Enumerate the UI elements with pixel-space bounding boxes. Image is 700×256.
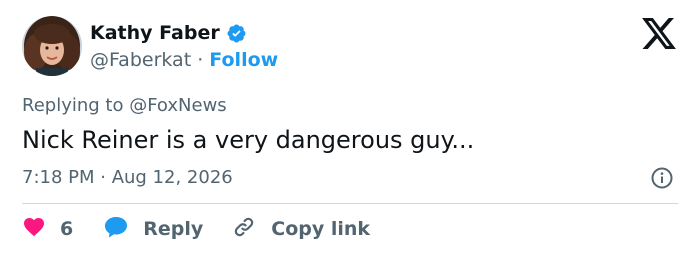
follow-button[interactable]: Follow — [209, 49, 278, 71]
author-name-row: Kathy Faber — [90, 21, 247, 45]
tweet-card: Kathy Faber @Faberkat · Follow Replying … — [0, 0, 700, 256]
separator: · — [197, 49, 204, 71]
copy-link-button[interactable]: Copy link — [231, 214, 370, 244]
link-icon — [231, 214, 257, 244]
reply-bubble-icon — [103, 215, 129, 243]
divider — [22, 203, 678, 204]
action-bar: 6 Reply Copy link — [22, 214, 370, 244]
handle-line: @Faberkat · Follow — [90, 48, 278, 72]
heart-icon — [22, 215, 46, 243]
author-name[interactable]: Kathy Faber — [90, 21, 220, 45]
timestamp[interactable]: 7:18 PM · Aug 12, 2026 — [22, 166, 233, 190]
copy-link-label: Copy link — [271, 218, 371, 240]
info-icon[interactable] — [650, 166, 674, 190]
reply-button[interactable]: Reply — [103, 215, 203, 243]
verified-badge-icon — [226, 23, 247, 44]
replying-to: Replying to @FoxNews — [22, 95, 227, 116]
x-logo-icon[interactable] — [642, 18, 676, 49]
avatar[interactable] — [22, 16, 82, 76]
reply-label: Reply — [143, 218, 204, 240]
like-button[interactable]: 6 — [22, 215, 73, 243]
tweet-text: Nick Reiner is a very dangerous guy... — [22, 126, 475, 154]
author-handle[interactable]: @Faberkat — [90, 49, 191, 71]
like-count: 6 — [60, 218, 74, 240]
